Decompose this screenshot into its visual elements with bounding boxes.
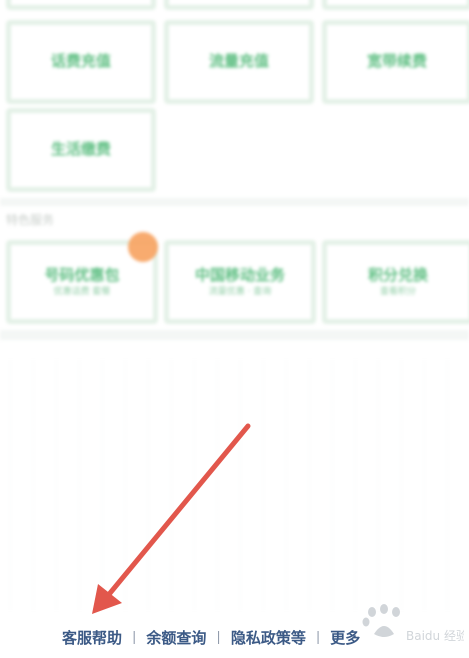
orange-badge-icon: [128, 232, 158, 262]
section-divider: [0, 198, 469, 206]
footer-separator: |: [216, 629, 221, 645]
service-tile-sublabel: 查看积分: [379, 286, 416, 297]
service-tile-sublabel: 优惠话费 套餐: [53, 286, 111, 297]
section-label: 特色服务: [6, 213, 55, 227]
service-tile-life-payment[interactable]: 生活缴费: [6, 108, 156, 192]
service-tile-label: 流量充值: [208, 52, 269, 71]
service-tile-recharge[interactable]: 话费充值: [6, 20, 156, 104]
footer-link-privacy-policy[interactable]: 隐私政策等: [231, 627, 306, 648]
baidu-paw-watermark-icon: Baidu 经验: [362, 604, 464, 643]
watermark-text: Baidu 经验: [406, 628, 464, 643]
service-tile-mobile-business[interactable]: 中国移动业务 流量优惠 · 查询: [164, 240, 316, 324]
service-tile-data[interactable]: 流量充值: [164, 20, 314, 104]
footer-link-customer-help[interactable]: 客服帮助: [62, 627, 122, 648]
footer-link-balance-query[interactable]: 余额查询: [146, 627, 206, 648]
service-tile-sublabel: 流量优惠 · 查询: [208, 286, 272, 297]
service-tile-broadband[interactable]: 宽带续费: [322, 20, 469, 104]
service-tile-label: 中国移动业务: [194, 265, 285, 284]
screen: 话费充值 流量充值 宽带续费 生活缴费 特色服务 号码优惠包 优惠话费 套餐 中…: [0, 0, 469, 658]
service-tile-top-3[interactable]: [322, 0, 469, 10]
footer-separator: |: [132, 629, 137, 645]
footer-separator: |: [315, 629, 321, 645]
blurred-background-stripes: [0, 360, 469, 610]
service-tile-label: 生活缴费: [50, 140, 111, 159]
service-tile-label: 宽带续费: [366, 52, 427, 71]
service-tile-top-1[interactable]: [6, 0, 156, 10]
service-tile-label: 号码优惠包: [44, 265, 120, 284]
service-tile-label: 话费充值: [50, 52, 111, 71]
service-tile-points[interactable]: 积分兑换 查看积分: [322, 240, 469, 324]
service-tile-label: 积分兑换: [367, 265, 428, 284]
section-divider: [0, 330, 469, 340]
service-tile-top-2[interactable]: [164, 0, 314, 10]
